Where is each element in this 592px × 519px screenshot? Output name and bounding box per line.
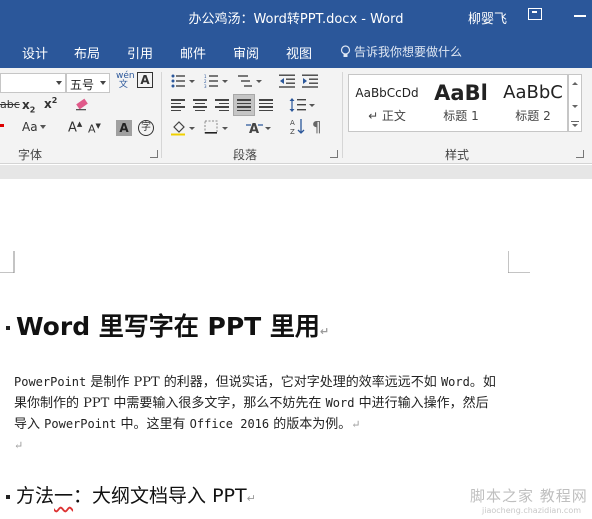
tab-design[interactable]: 设计 xyxy=(22,43,48,62)
multilevel-list-icon xyxy=(238,75,262,87)
user-name[interactable]: 柳婴飞 xyxy=(468,8,507,27)
tab-review[interactable]: 审阅 xyxy=(233,43,259,62)
enclose-characters-button[interactable]: 字 xyxy=(138,120,154,136)
tab-layout[interactable]: 布局 xyxy=(74,43,100,62)
svg-text:A: A xyxy=(290,119,295,127)
grow-font-button[interactable]: A▲ xyxy=(68,120,82,135)
multilevel-list-button[interactable] xyxy=(238,74,264,91)
scroll-up-icon xyxy=(571,82,579,127)
font-color-indicator[interactable] xyxy=(0,124,4,127)
tell-me-box[interactable]: 告诉我你想要做什么 xyxy=(340,43,462,60)
style-heading-1[interactable]: AaBl 标题 1 xyxy=(425,75,497,131)
subscript-button[interactable]: x2 xyxy=(22,98,35,114)
style-heading-2[interactable]: AaBbC 标题 2 xyxy=(497,75,567,131)
decrease-indent-button[interactable] xyxy=(279,74,295,91)
eraser-icon xyxy=(76,98,88,111)
sort-icon: AZ xyxy=(290,119,305,136)
paragraph-dialog-launcher-icon[interactable] xyxy=(330,150,338,158)
borders-icon xyxy=(204,120,228,134)
superscript-button[interactable]: x2 xyxy=(44,96,57,111)
increase-indent-button[interactable] xyxy=(302,74,318,91)
heading-text: Word 里写字在 PPT 里用 xyxy=(16,312,320,341)
sort-button[interactable]: AZ xyxy=(290,118,306,139)
clear-formatting-button[interactable] xyxy=(74,96,90,115)
increase-indent-icon xyxy=(302,74,318,88)
style-name: 标题 1 xyxy=(443,109,479,123)
styles-gallery-scroll[interactable] xyxy=(568,74,582,132)
justify-icon xyxy=(237,99,251,111)
bullets-button[interactable] xyxy=(171,74,197,91)
decrease-indent-icon xyxy=(279,74,295,88)
styles-gallery: AaBbCcDd ↵ 正文 AaBl 标题 1 AaBbC 标题 2 xyxy=(348,74,568,132)
style-sample: AaBbCcDd xyxy=(355,86,419,100)
tell-me-text: 告诉我你想要做什么 xyxy=(354,45,463,59)
align-left-icon[interactable] xyxy=(171,99,185,111)
document-page[interactable]: Word 里写字在 PPT 里用↵ PowerPoint 是制作 PPT 的利器… xyxy=(0,179,592,519)
lightbulb-icon xyxy=(340,45,351,57)
paragraph-line: 果你制作的 PPT 中需要输入很多文字，那么不妨先在 Word 中进行输入操作，… xyxy=(14,396,489,411)
crop-mark-left xyxy=(0,251,15,273)
watermark: 脚本之家 教程网 jiaocheng.chazidian.com xyxy=(470,487,588,515)
change-case-button[interactable]: Aa xyxy=(22,120,46,134)
style-sample: AaBbC xyxy=(503,82,563,103)
line-spacing-button[interactable] xyxy=(289,97,315,116)
crop-mark-right xyxy=(508,251,530,273)
shading-button[interactable] xyxy=(171,120,197,139)
paint-bucket-icon xyxy=(171,121,195,136)
style-sample: AaBl xyxy=(434,81,488,105)
title-bar: 办公鸡汤：Word转PPT.docx - Word 柳婴飞 xyxy=(0,0,592,32)
align-right-icon[interactable] xyxy=(215,99,229,111)
empty-paragraph: ↵ xyxy=(14,439,24,452)
tab-mailings[interactable]: 邮件 xyxy=(180,43,206,62)
chinese-layout-button[interactable]: A xyxy=(246,120,272,139)
svg-text:A: A xyxy=(249,122,259,136)
chinese-layout-icon: A xyxy=(246,122,271,137)
character-border-button[interactable]: A xyxy=(137,72,153,88)
paragraph-line: 导入 PowerPoint 中。这里有 Office 2016 的版本为例。↵ xyxy=(14,417,361,432)
bullet-list-icon xyxy=(171,74,195,88)
document-subheading[interactable]: 方法一：大纲文档导入 PPT↵ xyxy=(6,481,256,508)
paragraph-mark: ↵ xyxy=(319,325,330,338)
svg-text:3: 3 xyxy=(204,84,207,88)
font-name-combo[interactable] xyxy=(0,73,66,93)
tab-view[interactable]: 视图 xyxy=(286,43,312,62)
distributed-icon[interactable] xyxy=(259,99,273,111)
align-center-icon[interactable] xyxy=(193,99,207,111)
subheading-text: 方法 xyxy=(16,485,55,507)
font-dialog-launcher-icon[interactable] xyxy=(150,150,158,158)
document-heading[interactable]: Word 里写字在 PPT 里用↵ xyxy=(6,307,329,343)
subheading-text: ：大纲文档导入 PPT xyxy=(73,485,247,507)
borders-button[interactable] xyxy=(204,120,230,139)
numbering-button[interactable]: 123 xyxy=(204,74,230,91)
paragraph-line: PowerPoint 是制作 PPT 的利器，但说实话，它对字处理的效率远远不如… xyxy=(14,375,496,390)
font-group-label: 字体 xyxy=(18,148,43,162)
show-hide-marks-button[interactable]: ¶ xyxy=(312,118,322,136)
styles-dialog-launcher-icon[interactable] xyxy=(576,150,584,158)
numbered-list-icon: 123 xyxy=(204,74,228,89)
line-spacing-icon xyxy=(289,98,315,112)
font-size-combo[interactable]: 五号 xyxy=(66,73,110,93)
svg-text:Z: Z xyxy=(290,128,295,136)
style-normal[interactable]: AaBbCcDd ↵ 正文 xyxy=(351,75,423,131)
style-name: 标题 2 xyxy=(515,109,551,123)
character-shading-button[interactable]: A xyxy=(116,120,132,136)
group-separator xyxy=(342,72,343,158)
minimize-icon[interactable] xyxy=(574,15,586,17)
spelling-error[interactable]: 一 xyxy=(54,485,73,507)
ribbon-tab-bar: 设计 布局 引用 邮件 审阅 视图 告诉我你想要做什么 xyxy=(0,32,592,68)
paragraph-mark: ↵ xyxy=(246,492,256,505)
font-size-value: 五号 xyxy=(70,78,95,92)
shrink-font-button[interactable]: A▼ xyxy=(88,122,101,136)
document-background xyxy=(0,165,592,179)
strikethrough-button[interactable]: abc xyxy=(0,98,20,111)
group-separator xyxy=(161,72,162,158)
ribbon-display-options-icon[interactable] xyxy=(528,8,542,20)
styles-group-label: 样式 xyxy=(445,148,470,162)
document-paragraph[interactable]: PowerPoint 是制作 PPT 的利器，但说实话，它对字处理的效率远远不如… xyxy=(14,372,514,456)
phonetic-guide-button[interactable]: wén 文 xyxy=(116,72,135,90)
tab-references[interactable]: 引用 xyxy=(127,43,153,62)
paragraph-group-label: 段落 xyxy=(233,148,258,162)
style-name: ↵ 正文 xyxy=(368,109,406,123)
